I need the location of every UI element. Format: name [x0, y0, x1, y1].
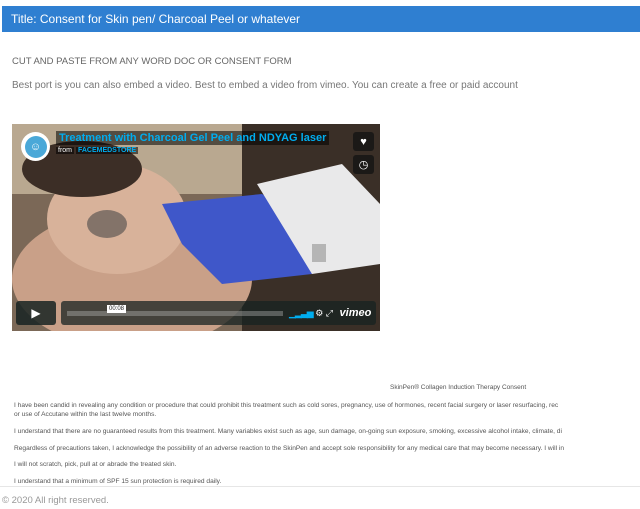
- consent-paragraph: Regardless of precautions taken, I ackno…: [14, 445, 565, 452]
- copyright-text: © 2020 All right reserved.: [2, 495, 109, 506]
- channel-name[interactable]: FACEMEDSTORE: [75, 147, 139, 154]
- instruction-text: CUT AND PASTE FROM ANY WORD DOC OR CONSE…: [12, 56, 292, 67]
- clock-icon: ◷: [358, 159, 369, 171]
- embedded-video-player[interactable]: ☺ Treatment with Charcoal Gel Peel and N…: [12, 124, 380, 331]
- like-button[interactable]: ♥: [353, 132, 374, 151]
- consent-paragraph: I have been candid in revealing any cond…: [14, 402, 558, 419]
- play-button[interactable]: ▶: [16, 301, 56, 325]
- volume-icon[interactable]: ▁▂▃▅: [289, 308, 314, 318]
- consent-paragraph: I will not scratch, pick, pull at or abr…: [14, 461, 177, 468]
- control-icons: ▁▂▃▅ ⚙ ⤢ vimeo: [289, 307, 371, 319]
- description-text: Best port is you can also embed a video.…: [12, 80, 518, 91]
- video-title[interactable]: Treatment with Charcoal Gel Peel and NDY…: [56, 131, 330, 145]
- play-icon: ▶: [31, 306, 41, 320]
- video-controls: ▶ 00:08 ▁▂▃▅ ⚙ ⤢ vimeo: [16, 301, 376, 325]
- heart-icon: ♥: [360, 135, 367, 148]
- video-byline: from FACEMEDSTORE: [56, 147, 139, 154]
- consent-heading: SkinPen® Collagen Induction Therapy Cons…: [390, 384, 527, 391]
- consent-line: or use of Accutane within the last twelv…: [14, 410, 157, 418]
- consent-line: I have been candid in revealing any cond…: [14, 402, 559, 409]
- fullscreen-icon[interactable]: ⤢: [326, 308, 333, 318]
- page-title-bar: Title: Consent for Skin pen/ Charcoal Pe…: [2, 6, 640, 32]
- consent-paragraph: I understand that there are no guarantee…: [14, 428, 562, 435]
- video-frame: [12, 124, 380, 331]
- page-title: Title: Consent for Skin pen/ Charcoal Pe…: [11, 12, 301, 26]
- vimeo-logo[interactable]: vimeo: [340, 307, 372, 319]
- from-label: from: [56, 147, 74, 154]
- current-time: 00:08: [107, 305, 127, 313]
- settings-gear-icon[interactable]: ⚙: [315, 308, 323, 318]
- page-footer: © 2020 All right reserved.: [0, 486, 640, 509]
- avatar-icon: ☺: [24, 135, 47, 158]
- progress-timeline[interactable]: 00:08: [67, 305, 283, 316]
- watch-later-button[interactable]: ◷: [353, 155, 374, 174]
- channel-avatar[interactable]: ☺: [21, 132, 50, 161]
- control-bar: 00:08 ▁▂▃▅ ⚙ ⤢ vimeo: [61, 301, 376, 325]
